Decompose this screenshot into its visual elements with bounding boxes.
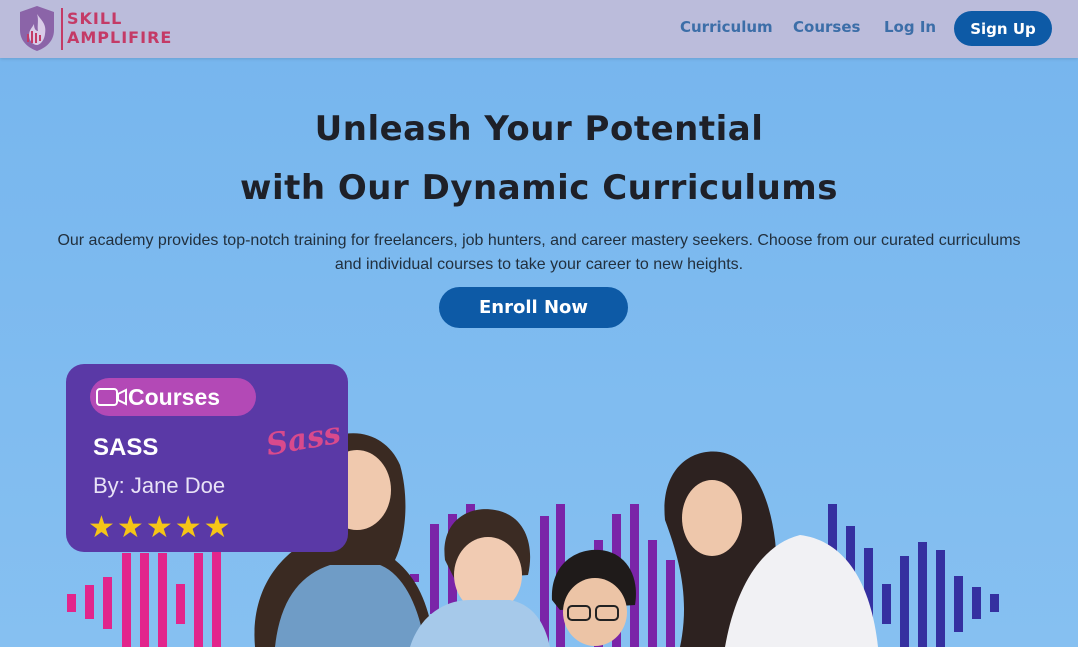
- hero-headline-line-1: Unleash Your Potential: [314, 109, 764, 149]
- flame-shield-icon: [20, 6, 54, 51]
- hero-headline-line-2: with Our Dynamic Curriculums: [240, 168, 838, 208]
- top-navbar: SKILL AMPLIFIRE Curriculum Courses Log I…: [0, 0, 1078, 58]
- nav-link-login[interactable]: Log In: [884, 18, 936, 36]
- wave-bars-left: [67, 540, 221, 647]
- student-figure-4: [664, 451, 878, 647]
- video-camera-icon: [96, 388, 127, 406]
- hero-description: Our academy provides top-notch training …: [57, 232, 1021, 273]
- rating-stars: ★★★★★: [88, 510, 233, 545]
- brand-line-2: AMPLIFIRE: [67, 28, 173, 47]
- courses-badge: Courses: [90, 378, 256, 416]
- course-author: By: Jane Doe: [93, 473, 226, 498]
- brand-line-1: SKILL: [67, 9, 123, 28]
- brand-logo[interactable]: SKILL AMPLIFIRE: [17, 4, 177, 54]
- course-title: SASS: [93, 434, 159, 461]
- star-icon: ★: [145, 511, 175, 544]
- sass-logo: Sass: [263, 415, 344, 464]
- signup-button[interactable]: Sign Up: [954, 11, 1052, 46]
- brand-wordmark: SKILL AMPLIFIRE: [67, 9, 172, 47]
- star-icon: ★: [203, 511, 233, 544]
- course-card[interactable]: Courses SASS By: Jane Doe ★★★★★ Sass: [66, 364, 348, 552]
- star-icon: ★: [174, 511, 204, 544]
- enroll-now-button[interactable]: Enroll Now: [439, 287, 628, 328]
- star-icon: ★: [116, 511, 146, 544]
- nav-link-courses[interactable]: Courses: [793, 18, 860, 36]
- star-icon: ★: [88, 511, 117, 544]
- courses-badge-label: Courses: [128, 384, 221, 410]
- nav-link-curriculum[interactable]: Curriculum: [680, 18, 773, 36]
